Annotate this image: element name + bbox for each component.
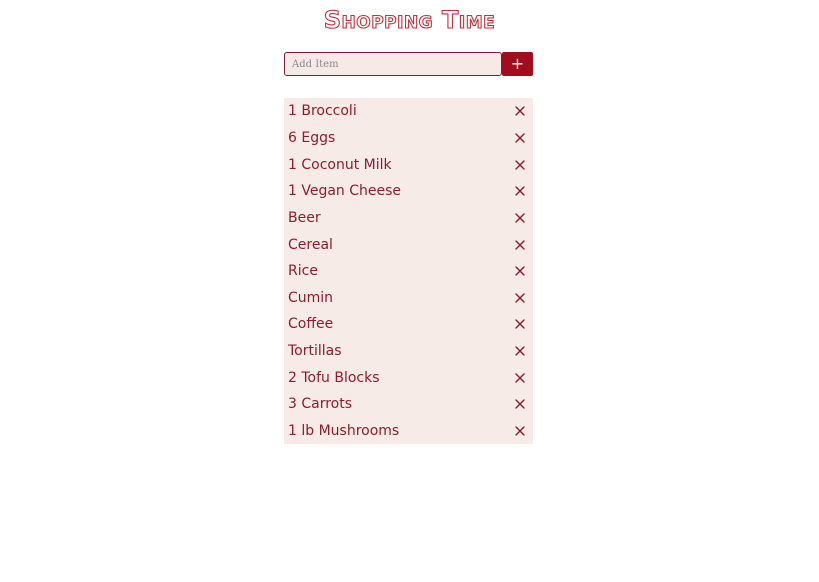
list-item: Cereal: [284, 231, 533, 258]
close-icon: [515, 106, 525, 117]
add-item-form: +: [284, 52, 533, 76]
list-item: Cumin: [284, 284, 533, 311]
list-item-label: 2 Tofu Blocks: [288, 369, 380, 386]
add-item-input[interactable]: [284, 52, 502, 76]
close-icon: [515, 266, 525, 276]
close-icon: [515, 159, 525, 170]
close-icon: [515, 319, 525, 330]
shopping-list: 1 Broccoli 6 Eggs 1 Coconut Milk 1 Vegan Ch…: [284, 98, 533, 445]
list-item-label: Beer: [288, 209, 321, 226]
list-item: Rice: [284, 258, 533, 285]
remove-item-button[interactable]: [509, 234, 531, 256]
list-item: 1 lb Mushrooms: [284, 418, 533, 445]
add-item-button[interactable]: +: [502, 52, 533, 76]
remove-item-button[interactable]: [509, 100, 531, 122]
close-icon: [515, 133, 525, 143]
list-item-label: 1 Vegan Cheese: [288, 183, 402, 200]
list-item: 6 Eggs: [284, 125, 533, 152]
close-icon: [515, 213, 525, 223]
list-item-label: Tortillas: [288, 343, 342, 360]
remove-item-button[interactable]: [509, 420, 531, 442]
close-icon: [515, 426, 525, 436]
list-item: Coffee: [284, 311, 533, 338]
list-item-label: 1 Coconut Milk: [288, 156, 392, 173]
list-item-label: 1 lb Mushrooms: [288, 423, 400, 439]
list-item: 2 Tofu Blocks: [284, 364, 533, 391]
remove-item-button[interactable]: [509, 260, 531, 282]
close-icon: [515, 373, 525, 383]
page-title: Shopping Time: [323, 5, 496, 34]
list-item: Beer: [284, 205, 533, 232]
remove-item-button[interactable]: [509, 287, 531, 309]
close-icon: [515, 239, 525, 250]
list-item-label: 6 Eggs: [288, 129, 336, 146]
remove-item-button[interactable]: [509, 367, 531, 389]
list-item: Tortillas: [284, 338, 533, 365]
list-item: 1 Coconut Milk: [284, 151, 533, 178]
remove-item-button[interactable]: [509, 154, 531, 176]
list-item: 3 Carrots: [284, 391, 533, 418]
list-item: 1 Broccoli: [284, 98, 533, 125]
remove-item-button[interactable]: [509, 393, 531, 415]
list-item-label: Cereal: [288, 236, 333, 253]
remove-item-button[interactable]: [509, 180, 531, 202]
list-item-label: 1 Broccoli: [288, 103, 357, 120]
close-icon: [515, 186, 525, 196]
list-item-label: 3 Carrots: [288, 396, 353, 413]
list-item: 1 Vegan Cheese: [284, 178, 533, 205]
list-item-label: Coffee: [288, 316, 334, 333]
remove-item-button[interactable]: [509, 313, 531, 335]
remove-item-button[interactable]: [509, 127, 531, 149]
remove-item-button[interactable]: [509, 340, 531, 362]
close-icon: [515, 293, 525, 303]
list-item-label: Rice: [288, 263, 318, 280]
shopping-app: Shopping Time + 1 Broccoli 6 Eggs 1 Coconu…: [0, 0, 819, 582]
close-icon: [515, 346, 525, 356]
list-item-label: Cumin: [288, 289, 334, 306]
remove-item-button[interactable]: [509, 207, 531, 229]
close-icon: [515, 399, 525, 410]
